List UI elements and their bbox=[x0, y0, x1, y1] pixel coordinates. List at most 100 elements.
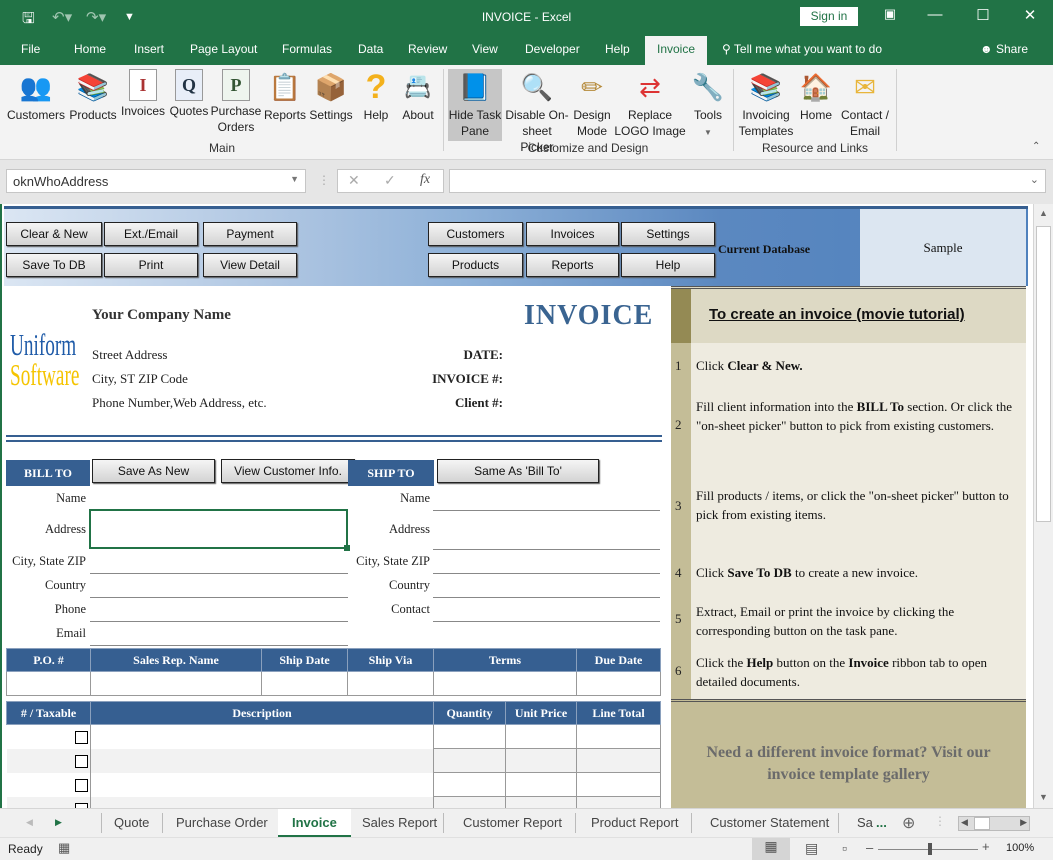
settings-ribbon-button[interactable]: 📦 Settings bbox=[308, 69, 354, 123]
reports-ribbon-button[interactable]: 📋 Reports bbox=[263, 69, 307, 123]
movie-tutorial-link[interactable]: To create an invoice (movie tutorial) bbox=[709, 306, 965, 323]
description-cell[interactable] bbox=[91, 725, 434, 749]
taxable-checkbox[interactable] bbox=[75, 754, 88, 768]
ship-city-input[interactable] bbox=[433, 573, 660, 574]
invoices-ribbon-button[interactable]: I Invoices bbox=[120, 69, 166, 119]
description-cell[interactable] bbox=[91, 749, 434, 773]
tab-page-layout[interactable]: Page Layout bbox=[190, 42, 257, 56]
products-button[interactable]: Products bbox=[428, 253, 523, 277]
expand-formula-icon[interactable]: ⌄ bbox=[1030, 173, 1039, 186]
sheet-tab-purchase-order[interactable]: Purchase Order bbox=[176, 815, 268, 830]
page-break-view-icon[interactable]: ▫ bbox=[842, 840, 847, 856]
horizontal-scrollbar[interactable]: ◀ ▶ bbox=[958, 816, 1030, 831]
sheet-tab-quote[interactable]: Quote bbox=[114, 815, 149, 830]
view-detail-button[interactable]: View Detail bbox=[203, 253, 297, 277]
bill-address-input[interactable] bbox=[89, 509, 350, 551]
po-cell[interactable] bbox=[6, 671, 91, 696]
save-as-new-button[interactable]: Save As New bbox=[92, 459, 215, 483]
worksheet[interactable]: Clear & New Ext./Email Payment Save To D… bbox=[0, 204, 1033, 808]
bill-country-input[interactable] bbox=[90, 597, 348, 598]
tab-review[interactable]: Review bbox=[408, 42, 447, 56]
normal-view-icon[interactable]: ▦ bbox=[752, 838, 790, 860]
template-gallery-link[interactable]: Need a different invoice format? Visit o… bbox=[691, 742, 1006, 786]
customers-button[interactable]: Customers bbox=[428, 222, 523, 246]
help-ribbon-button[interactable]: ? Help bbox=[358, 69, 394, 123]
tell-me-search[interactable]: ⚲ Tell me what you want to do bbox=[722, 42, 882, 56]
about-ribbon-button[interactable]: 📇 About bbox=[398, 69, 438, 123]
zoom-slider-thumb[interactable] bbox=[928, 843, 932, 855]
unit-price-cell[interactable] bbox=[505, 772, 577, 797]
zoom-slider[interactable] bbox=[878, 843, 978, 855]
sheet-tab-sales-report[interactable]: Sales Report bbox=[362, 815, 437, 830]
scroll-left-icon[interactable]: ◀ bbox=[961, 817, 968, 828]
sheet-tab-invoice[interactable]: Invoice bbox=[278, 809, 351, 837]
help-button[interactable]: Help bbox=[621, 253, 715, 277]
more-tabs-ellipsis[interactable]: ... bbox=[876, 815, 887, 830]
enter-icon[interactable]: ✓ bbox=[384, 172, 396, 189]
fill-handle[interactable] bbox=[344, 545, 350, 551]
quantity-cell[interactable] bbox=[433, 748, 506, 773]
line-total-cell[interactable] bbox=[576, 796, 661, 808]
unit-price-cell[interactable] bbox=[505, 748, 577, 773]
invoicing-templates-button[interactable]: 📚 Invoicing Templates bbox=[738, 69, 794, 139]
products-ribbon-button[interactable]: 📚 Products bbox=[68, 69, 118, 123]
invoices-button[interactable]: Invoices bbox=[526, 222, 619, 246]
zoom-level[interactable]: 100% bbox=[1006, 842, 1034, 854]
tab-home[interactable]: Home bbox=[74, 42, 106, 56]
tab-invoice[interactable]: Invoice bbox=[645, 36, 708, 65]
name-box[interactable]: oknWhoAddress ▼ bbox=[6, 169, 306, 193]
tab-help[interactable]: Help bbox=[605, 42, 630, 56]
scroll-right-icon[interactable]: ▶ bbox=[1020, 817, 1027, 828]
quantity-cell[interactable] bbox=[433, 724, 506, 749]
scrollbar-thumb[interactable] bbox=[1036, 226, 1051, 522]
macro-record-icon[interactable]: ▦ bbox=[58, 840, 70, 856]
quantity-cell[interactable] bbox=[433, 772, 506, 797]
tab-developer[interactable]: Developer bbox=[525, 42, 580, 56]
unit-price-cell[interactable] bbox=[505, 724, 577, 749]
taxable-checkbox[interactable] bbox=[75, 778, 88, 792]
tab-data[interactable]: Data bbox=[358, 42, 383, 56]
insert-function-icon[interactable]: fx bbox=[420, 172, 430, 188]
unit-price-cell[interactable] bbox=[505, 796, 577, 808]
same-as-bill-to-button[interactable]: Same As 'Bill To' bbox=[437, 459, 599, 483]
scroll-up-icon[interactable]: ▲ bbox=[1039, 208, 1048, 218]
ship-date-cell[interactable] bbox=[261, 671, 348, 696]
tab-file[interactable]: File bbox=[21, 42, 40, 56]
print-button[interactable]: Print bbox=[104, 253, 198, 277]
terms-cell[interactable] bbox=[433, 671, 577, 696]
line-total-cell[interactable] bbox=[576, 724, 661, 749]
add-sheet-icon[interactable]: ⊕ bbox=[902, 813, 915, 833]
drag-handle-icon[interactable]: ⋮ bbox=[318, 173, 330, 187]
sheet-tab-sa[interactable]: Sa bbox=[857, 815, 873, 830]
ship-address-input[interactable] bbox=[433, 549, 660, 550]
view-customer-info-button[interactable]: View Customer Info. bbox=[221, 459, 355, 483]
quotes-ribbon-button[interactable]: Q Quotes bbox=[168, 69, 210, 119]
ext-email-button[interactable]: Ext./Email bbox=[104, 222, 198, 246]
share-button[interactable]: ☻ Share bbox=[980, 42, 1028, 56]
zoom-in-icon[interactable]: + bbox=[982, 839, 990, 854]
line-total-cell[interactable] bbox=[576, 748, 661, 773]
chevron-down-icon[interactable]: ▼ bbox=[290, 174, 299, 184]
scroll-down-icon[interactable]: ▼ bbox=[1039, 792, 1048, 802]
reports-button[interactable]: Reports bbox=[526, 253, 619, 277]
sheet-tab-customer-report[interactable]: Customer Report bbox=[463, 815, 562, 830]
save-to-db-button[interactable]: Save To DB bbox=[6, 253, 102, 277]
sheet-tab-customer-statement[interactable]: Customer Statement bbox=[710, 815, 829, 830]
cancel-icon[interactable]: ✕ bbox=[348, 172, 360, 189]
page-layout-view-icon[interactable]: ▤ bbox=[805, 840, 818, 857]
bill-phone-input[interactable] bbox=[90, 621, 348, 622]
formula-input[interactable]: ⌄ bbox=[449, 169, 1046, 193]
scroll-tabs-left-icon[interactable]: ◀ bbox=[26, 817, 33, 828]
line-total-cell[interactable] bbox=[576, 772, 661, 797]
template-gallery-banner[interactable]: Need a different invoice format? Visit o… bbox=[671, 699, 1026, 808]
payment-button[interactable]: Payment bbox=[203, 222, 297, 246]
ship-contact-input[interactable] bbox=[433, 621, 660, 622]
settings-button[interactable]: Settings bbox=[621, 222, 715, 246]
tab-formulas[interactable]: Formulas bbox=[282, 42, 332, 56]
tools-dropdown-button[interactable]: 🔧 Tools ▼ bbox=[688, 69, 728, 141]
bill-city-input[interactable] bbox=[90, 573, 348, 574]
contact-email-button[interactable]: ✉ Contact / Email bbox=[838, 69, 892, 139]
sales-rep-cell[interactable] bbox=[90, 671, 262, 696]
clear-new-button[interactable]: Clear & New bbox=[6, 222, 102, 246]
sign-in-button[interactable]: Sign in bbox=[800, 7, 858, 26]
